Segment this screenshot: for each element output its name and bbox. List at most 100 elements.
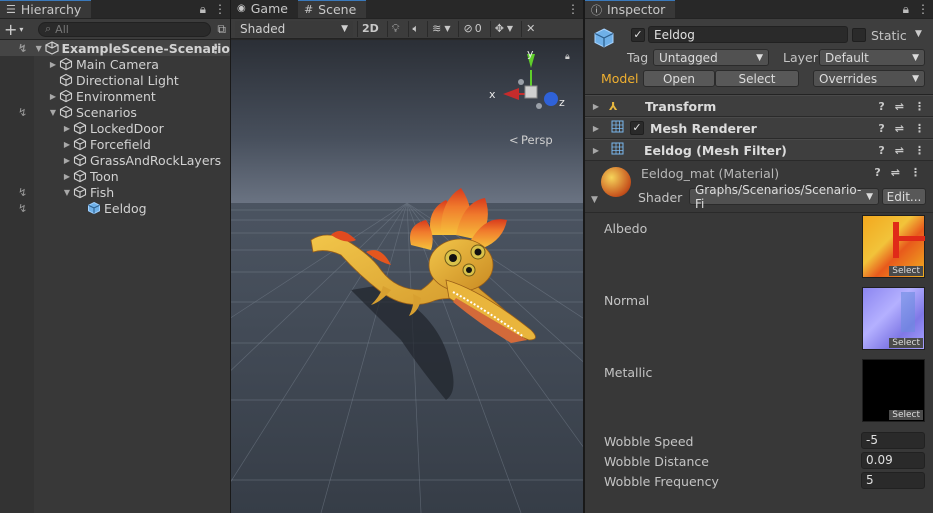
select-button[interactable]: Select — [715, 70, 799, 87]
help-icon[interactable]: ? — [878, 144, 884, 157]
expand-arrow-icon[interactable]: ▶ — [62, 124, 72, 133]
normal-texture-slot[interactable]: Select — [862, 287, 925, 350]
static-dropdown-icon[interactable]: ▼ — [915, 29, 922, 39]
preset-icon[interactable]: ⇌ — [891, 166, 900, 179]
expand-arrow-icon[interactable]: ▶ — [62, 172, 72, 181]
preset-icon[interactable]: ⇌ — [895, 122, 904, 135]
list-item[interactable]: ▶ LockedDoor — [0, 120, 230, 136]
visibility-hidden-icon[interactable]: ↯ — [18, 106, 27, 119]
eye-slash-icon: ⊘ — [463, 22, 473, 35]
kebab-menu-icon[interactable]: ⋮ — [914, 122, 925, 135]
material-fold-arrow-icon[interactable]: ▼ — [591, 195, 598, 205]
kebab-menu-icon[interactable]: ⋮ — [567, 2, 579, 16]
kebab-menu-icon[interactable]: ⋮ — [914, 144, 925, 157]
kebab-menu-icon[interactable]: ⋮ — [914, 100, 925, 113]
help-icon[interactable]: ? — [874, 166, 880, 179]
tab-game[interactable]: ◉ Game — [231, 0, 298, 18]
albedo-texture-slot[interactable]: Select — [862, 215, 925, 278]
help-icon[interactable]: ? — [878, 122, 884, 135]
preset-icon[interactable]: ⇌ — [895, 100, 904, 113]
metallic-texture-slot[interactable]: Select — [862, 359, 925, 422]
list-item[interactable]: ▶ Main Camera — [0, 56, 230, 72]
lock-icon[interactable]: 🔒︎ — [903, 2, 909, 17]
tab-hierarchy[interactable]: ☰ Hierarchy — [0, 0, 92, 18]
expand-arrow-icon[interactable]: ▼ — [62, 188, 72, 197]
list-item[interactable]: ↯ Eeldog — [0, 200, 230, 216]
effects-dropdown[interactable]: ≋ ▼ — [427, 20, 454, 37]
list-item[interactable]: ↯ ▼ Scenarios — [0, 104, 230, 120]
tag-dropdown[interactable]: Untagged ▼ — [653, 49, 769, 66]
scene-name: ExampleScene-Scenario — [61, 40, 231, 56]
gizmo-center-cube[interactable] — [524, 85, 538, 99]
visibility-hidden-icon[interactable]: ↯ — [18, 202, 27, 215]
mesh-renderer-enabled-checkbox[interactable]: ✓ — [630, 121, 644, 135]
list-item[interactable]: ▶ Toon — [0, 168, 230, 184]
normal-select-button[interactable]: Select — [889, 338, 923, 348]
gizmo-lock-icon[interactable]: 🔒︎ — [565, 52, 570, 62]
expand-arrow-icon[interactable]: ▼ — [48, 108, 58, 117]
expand-arrow-icon[interactable]: ▶ — [48, 92, 58, 101]
component-mesh-renderer[interactable]: ▶ ✓ Mesh Renderer ? ⇌ ⋮ — [585, 117, 933, 139]
shader-dropdown[interactable]: Graphs/Scenarios/Scenario-Fi ▼ — [689, 183, 879, 211]
tab-scene[interactable]: # Scene — [297, 0, 367, 18]
wobble-frequency-field[interactable]: 5 — [861, 472, 925, 489]
preset-icon[interactable]: ⇌ — [895, 144, 904, 157]
scene-row[interactable]: ↯ ▼ ExampleScene-Scenario ⋮ — [0, 40, 230, 56]
model-label: Model — [601, 71, 639, 86]
list-item[interactable]: ↯ ▼ Fish — [0, 184, 230, 200]
active-checkbox[interactable]: ✓ — [631, 28, 645, 42]
list-item[interactable]: ▶ GrassAndRockLayers — [0, 152, 230, 168]
audio-toggle-button[interactable]: 🔈︎ — [407, 20, 424, 37]
wobble-speed-field[interactable]: -5 — [861, 432, 925, 449]
mesh-renderer-icon — [611, 120, 624, 136]
metallic-select-button[interactable]: Select — [889, 410, 923, 420]
open-button[interactable]: Open — [643, 70, 715, 87]
gizmo-z-cone[interactable] — [544, 92, 558, 106]
albedo-select-button[interactable]: Select — [889, 266, 923, 276]
tools-dropdown[interactable]: ✥ ▼ — [489, 20, 517, 37]
wobble-distance-field[interactable]: 0.09 — [861, 452, 925, 469]
expand-arrow-icon[interactable]: ▶ — [591, 102, 601, 111]
static-checkbox[interactable] — [852, 28, 866, 42]
lighting-toggle-button[interactable]: 💡︎ — [386, 20, 404, 37]
list-item-label: Toon — [90, 168, 119, 184]
visibility-hidden-icon[interactable]: ↯ — [18, 42, 27, 55]
layer-dropdown[interactable]: Default ▼ — [819, 49, 925, 66]
edit-label: Edit... — [886, 189, 922, 204]
expand-arrow-icon[interactable]: ▼ — [34, 44, 44, 53]
kebab-menu-icon[interactable]: ⋮ — [917, 2, 929, 17]
list-item[interactable]: Directional Light — [0, 72, 230, 88]
component-mesh-filter[interactable]: ▶ Eeldog (Mesh Filter) ? ⇌ ⋮ — [585, 139, 933, 161]
2d-toggle-button[interactable]: 2D — [357, 20, 383, 37]
scene-menu-icon[interactable]: ⋮ — [210, 41, 223, 56]
hidden-objects-toggle[interactable]: ⊘ 0 — [458, 20, 485, 37]
edit-shader-button[interactable]: Edit... — [882, 188, 926, 205]
expand-arrow-icon[interactable]: ▶ — [48, 60, 58, 69]
expand-arrow-icon[interactable]: ▶ — [62, 156, 72, 165]
component-transform[interactable]: ▶ ⅄ Transform ? ⇌ ⋮ — [585, 95, 933, 117]
list-item[interactable]: ▶ Forcefield — [0, 136, 230, 152]
component-title: Eeldog (Mesh Filter) — [644, 142, 787, 158]
visibility-hidden-icon[interactable]: ↯ — [18, 186, 27, 199]
expand-arrow-icon[interactable]: ▶ — [591, 146, 601, 155]
chevron-down-icon: ▾ — [19, 24, 24, 34]
scene-viewport[interactable]: y x z 🔒︎ < Persp — [231, 40, 583, 513]
scene-search-icon[interactable]: ⧉ — [217, 22, 226, 37]
projection-label[interactable]: Persp — [521, 133, 553, 147]
tab-inspector[interactable]: ⓘ Inspector — [585, 0, 676, 18]
gizmos-button[interactable]: ✕ — [521, 20, 539, 37]
list-item[interactable]: ▶ Environment — [0, 88, 230, 104]
draw-mode-dropdown[interactable]: Shaded ▼ — [235, 20, 353, 37]
chevron-down-icon: ▼ — [912, 73, 919, 84]
kebab-menu-icon[interactable]: ⋮ — [214, 2, 226, 17]
overrides-dropdown[interactable]: Overrides ▼ — [813, 70, 925, 87]
create-button[interactable]: + ▾ — [4, 20, 32, 39]
scene-render[interactable]: y x z 🔒︎ < Persp — [231, 40, 583, 513]
expand-arrow-icon[interactable]: ▶ — [62, 140, 72, 149]
object-name-field[interactable]: Eeldog — [648, 26, 848, 43]
help-icon[interactable]: ? — [878, 100, 884, 113]
expand-arrow-icon[interactable]: ▶ — [591, 124, 601, 133]
kebab-menu-icon[interactable]: ⋮ — [910, 166, 921, 179]
lock-icon[interactable]: 🔒︎ — [200, 2, 206, 17]
search-input[interactable]: ⌕ All — [38, 21, 212, 37]
